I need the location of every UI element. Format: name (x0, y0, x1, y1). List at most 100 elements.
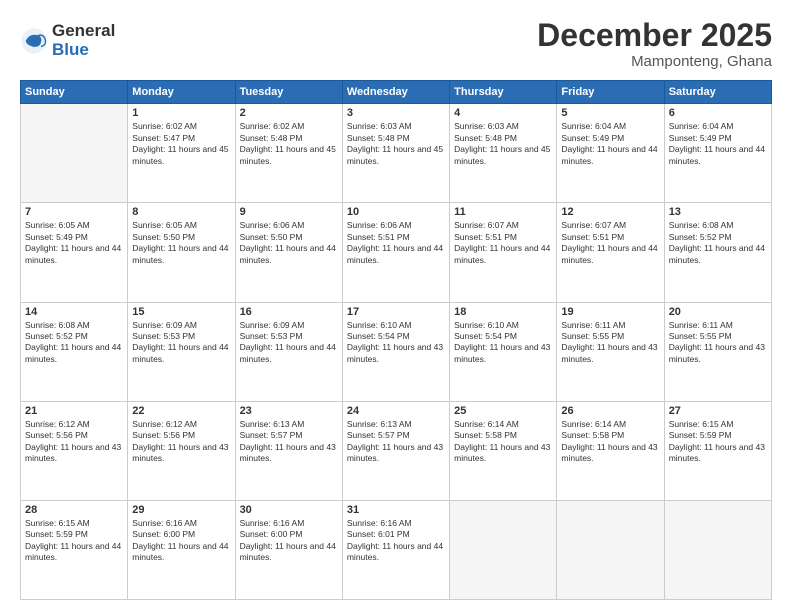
day-number: 19 (561, 306, 659, 318)
day-info: Sunrise: 6:15 AMSunset: 5:59 PMDaylight:… (25, 518, 123, 564)
calendar-cell: 7 Sunrise: 6:05 AMSunset: 5:49 PMDaylight… (21, 203, 128, 302)
logo-text: General Blue (52, 22, 115, 59)
day-number: 25 (454, 405, 552, 417)
calendar-cell: 17 Sunrise: 6:10 AMSunset: 5:54 PMDayligh… (342, 302, 449, 401)
calendar-cell: 29Sunrise: 6:16 AMSunset: 6:00 PMDayligh… (128, 500, 235, 599)
col-sunday: Sunday (21, 81, 128, 104)
day-number: 7 (25, 206, 123, 218)
day-info: Sunrise: 6:07 AMSunset: 5:51 PMDaylight:… (454, 220, 552, 266)
day-number: 1 (132, 107, 230, 119)
day-number: 22 (132, 405, 230, 417)
day-number: 13 (669, 206, 767, 218)
week-row-0: 1 Sunrise: 6:02 AMSunset: 5:47 PMDaylight… (21, 104, 772, 203)
day-number: 15 (132, 306, 230, 318)
logo-icon (20, 27, 48, 55)
day-info: Sunrise: 6:05 AMSunset: 5:49 PMDaylight:… (25, 220, 123, 266)
location: Mamponteng, Ghana (537, 53, 772, 70)
calendar-cell: 16 Sunrise: 6:09 AMSunset: 5:53 PMDayligh… (235, 302, 342, 401)
calendar-cell: 12 Sunrise: 6:07 AMSunset: 5:51 PMDayligh… (557, 203, 664, 302)
col-tuesday: Tuesday (235, 81, 342, 104)
day-number: 30 (240, 504, 338, 516)
day-number: 10 (347, 206, 445, 218)
day-number: 2 (240, 107, 338, 119)
day-info: Sunrise: 6:10 AMSunset: 5:54 PMDaylight:… (347, 320, 445, 366)
logo-general-text: General (52, 22, 115, 41)
week-row-4: 28 Sunrise: 6:15 AMSunset: 5:59 PMDayligh… (21, 500, 772, 599)
calendar-cell: 2 Sunrise: 6:02 AMSunset: 5:48 PMDaylight… (235, 104, 342, 203)
calendar-cell: 18 Sunrise: 6:10 AMSunset: 5:54 PMDayligh… (450, 302, 557, 401)
day-info: Sunrise: 6:16 AMSunset: 6:00 PMDaylight:… (240, 518, 338, 564)
calendar-cell: 26Sunrise: 6:14 AMSunset: 5:58 PMDayligh… (557, 401, 664, 500)
day-number: 16 (240, 306, 338, 318)
day-info: Sunrise: 6:03 AMSunset: 5:48 PMDaylight:… (454, 121, 552, 167)
month-title: December 2025 (537, 18, 772, 53)
calendar-header-row: Sunday Monday Tuesday Wednesday Thursday… (21, 81, 772, 104)
calendar-cell: 13 Sunrise: 6:08 AMSunset: 5:52 PMDayligh… (664, 203, 771, 302)
header: General Blue December 2025 Mamponteng, G… (20, 18, 772, 70)
day-info: Sunrise: 6:09 AMSunset: 5:53 PMDaylight:… (240, 320, 338, 366)
calendar-table: Sunday Monday Tuesday Wednesday Thursday… (20, 80, 772, 600)
col-friday: Friday (557, 81, 664, 104)
day-number: 21 (25, 405, 123, 417)
calendar-cell: 5 Sunrise: 6:04 AMSunset: 5:49 PMDaylight… (557, 104, 664, 203)
day-number: 18 (454, 306, 552, 318)
week-row-1: 7 Sunrise: 6:05 AMSunset: 5:49 PMDaylight… (21, 203, 772, 302)
calendar-cell: 30 Sunrise: 6:16 AMSunset: 6:00 PMDayligh… (235, 500, 342, 599)
col-thursday: Thursday (450, 81, 557, 104)
day-number: 29 (132, 504, 230, 516)
day-info: Sunrise: 6:14 AMSunset: 5:58 PMDaylight:… (561, 419, 659, 465)
calendar-cell (21, 104, 128, 203)
day-number: 11 (454, 206, 552, 218)
calendar-cell: 28 Sunrise: 6:15 AMSunset: 5:59 PMDayligh… (21, 500, 128, 599)
logo: General Blue (20, 22, 115, 59)
calendar-cell: 8 Sunrise: 6:05 AMSunset: 5:50 PMDaylight… (128, 203, 235, 302)
day-number: 28 (25, 504, 123, 516)
day-info: Sunrise: 6:11 AMSunset: 5:55 PMDaylight:… (669, 320, 767, 366)
calendar-cell: 4 Sunrise: 6:03 AMSunset: 5:48 PMDaylight… (450, 104, 557, 203)
day-number: 3 (347, 107, 445, 119)
week-row-2: 14Sunrise: 6:08 AMSunset: 5:52 PMDayligh… (21, 302, 772, 401)
day-info: Sunrise: 6:06 AMSunset: 5:51 PMDaylight:… (347, 220, 445, 266)
col-saturday: Saturday (664, 81, 771, 104)
calendar-cell: 11 Sunrise: 6:07 AMSunset: 5:51 PMDayligh… (450, 203, 557, 302)
day-number: 17 (347, 306, 445, 318)
day-info: Sunrise: 6:04 AMSunset: 5:49 PMDaylight:… (669, 121, 767, 167)
day-number: 4 (454, 107, 552, 119)
day-info: Sunrise: 6:12 AMSunset: 5:56 PMDaylight:… (25, 419, 123, 465)
calendar-cell (557, 500, 664, 599)
day-info: Sunrise: 6:03 AMSunset: 5:48 PMDaylight:… (347, 121, 445, 167)
day-info: Sunrise: 6:14 AMSunset: 5:58 PMDaylight:… (454, 419, 552, 465)
day-number: 5 (561, 107, 659, 119)
calendar-cell: 10 Sunrise: 6:06 AMSunset: 5:51 PMDayligh… (342, 203, 449, 302)
calendar-cell: 25 Sunrise: 6:14 AMSunset: 5:58 PMDayligh… (450, 401, 557, 500)
day-info: Sunrise: 6:12 AMSunset: 5:56 PMDaylight:… (132, 419, 230, 465)
calendar-cell: 6 Sunrise: 6:04 AMSunset: 5:49 PMDaylight… (664, 104, 771, 203)
day-info: Sunrise: 6:02 AMSunset: 5:47 PMDaylight:… (132, 121, 230, 167)
calendar-cell: 22 Sunrise: 6:12 AMSunset: 5:56 PMDayligh… (128, 401, 235, 500)
day-number: 14 (25, 306, 123, 318)
calendar-cell (664, 500, 771, 599)
day-number: 6 (669, 107, 767, 119)
day-info: Sunrise: 6:08 AMSunset: 5:52 PMDaylight:… (669, 220, 767, 266)
calendar-cell: 21 Sunrise: 6:12 AMSunset: 5:56 PMDayligh… (21, 401, 128, 500)
calendar-cell: 1 Sunrise: 6:02 AMSunset: 5:47 PMDaylight… (128, 104, 235, 203)
day-info: Sunrise: 6:15 AMSunset: 5:59 PMDaylight:… (669, 419, 767, 465)
day-info: Sunrise: 6:06 AMSunset: 5:50 PMDaylight:… (240, 220, 338, 266)
day-info: Sunrise: 6:05 AMSunset: 5:50 PMDaylight:… (132, 220, 230, 266)
day-info: Sunrise: 6:04 AMSunset: 5:49 PMDaylight:… (561, 121, 659, 167)
day-info: Sunrise: 6:13 AMSunset: 5:57 PMDaylight:… (240, 419, 338, 465)
day-number: 24 (347, 405, 445, 417)
day-info: Sunrise: 6:07 AMSunset: 5:51 PMDaylight:… (561, 220, 659, 266)
day-info: Sunrise: 6:02 AMSunset: 5:48 PMDaylight:… (240, 121, 338, 167)
day-info: Sunrise: 6:10 AMSunset: 5:54 PMDaylight:… (454, 320, 552, 366)
day-number: 9 (240, 206, 338, 218)
title-block: December 2025 Mamponteng, Ghana (537, 18, 772, 70)
day-number: 27 (669, 405, 767, 417)
calendar-cell: 20 Sunrise: 6:11 AMSunset: 5:55 PMDayligh… (664, 302, 771, 401)
col-wednesday: Wednesday (342, 81, 449, 104)
calendar-cell: 19Sunrise: 6:11 AMSunset: 5:55 PMDayligh… (557, 302, 664, 401)
day-info: Sunrise: 6:16 AMSunset: 6:01 PMDaylight:… (347, 518, 445, 564)
day-number: 8 (132, 206, 230, 218)
day-number: 20 (669, 306, 767, 318)
day-number: 12 (561, 206, 659, 218)
